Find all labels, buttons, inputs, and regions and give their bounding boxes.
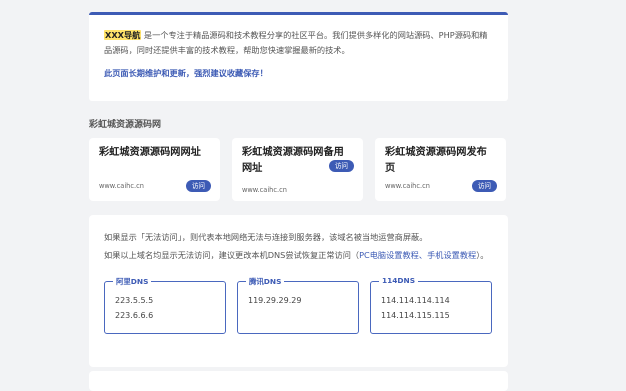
link-card-release[interactable]: 彩虹城资源源码网发布页 www.caihc.cn 访问 [375, 138, 506, 201]
intro-text: XXX导航 是一个专注于精品源码和技术教程分享的社区平台。我们提供多样化的网站源… [104, 28, 493, 58]
bookmark-notice: 此页面长期维护和更新，强烈建议收藏保存！ [104, 68, 268, 78]
link-footer: www.caihc.cn 访问 [385, 180, 497, 192]
link-url[interactable]: www.caihc.cn [385, 182, 430, 190]
link-name: 彩虹城资源源码网发布页 [385, 147, 487, 174]
intro-card: XXX导航 是一个专注于精品源码和技术教程分享的社区平台。我们提供多样化的网站源… [89, 12, 508, 101]
dns-ip: 114.114.114.114 [381, 296, 450, 305]
visit-button[interactable]: 访问 [185, 180, 211, 192]
link-footer: www.caihc.cn 访问 [99, 180, 211, 192]
link-card-backup[interactable]: 彩虹城资源源码网备用网址 www.caihc.cn 访问 [232, 138, 363, 201]
separator: 、 [418, 250, 428, 260]
dns-title: 腾讯DNS [246, 276, 285, 287]
dns-ip: 223.6.6.6 [115, 311, 154, 320]
dns-title: 阿里DNS [113, 276, 152, 287]
link-url[interactable]: www.caihc.cn [99, 182, 144, 190]
dns-title: 114DNS [379, 276, 419, 285]
main-content: XXX导航 是一个专注于精品源码和技术教程分享的社区平台。我们提供多样化的网站源… [89, 12, 508, 367]
pc-tutorial-link[interactable]: PC电脑设置教程 [359, 250, 419, 260]
link-cards: 彩虹城资源源码网网址 www.caihc.cn 访问 彩虹城资源源码网备用网址 … [89, 138, 508, 201]
next-card [89, 371, 508, 391]
access-note: 如果显示「无法访问」，则代表本地网络无法与连接到服务器，该域名被当地运营商屏蔽。 [104, 232, 428, 242]
dns-list: 阿里DNS 223.5.5.5 223.6.6.6 腾讯DNS 119.29.2… [104, 276, 493, 334]
brand-name: XXX导航 [104, 30, 142, 40]
dns-ip: 119.29.29.29 [248, 296, 302, 305]
link-name: 彩虹城资源源码网网址 [99, 147, 201, 158]
link-card-main[interactable]: 彩虹城资源源码网网址 www.caihc.cn 访问 [89, 138, 220, 201]
dns-box-aliyun: 阿里DNS 223.5.5.5 223.6.6.6 [104, 276, 226, 334]
link-footer: www.caihc.cn 访问 [242, 160, 354, 194]
section-title: 彩虹城资源源码网 [89, 120, 162, 130]
intro-description: 是一个专注于精品源码和技术教程分享的社区平台。我们提供多样化的网站源码、PHP源… [104, 30, 488, 55]
dns-info-card: 如果显示「无法访问」，则代表本地网络无法与连接到服务器，该域名被当地运营商屏蔽。… [89, 215, 508, 367]
link-url[interactable]: www.caihc.cn [242, 186, 287, 194]
visit-button[interactable]: 访问 [471, 180, 497, 192]
dns-advice-suffix: ）。 [476, 250, 489, 260]
dns-advice: 如果以上域名均显示无法访问，建议更改本机DNS尝试恢复正常访问（PC电脑设置教程… [104, 249, 493, 261]
dns-box-tencent: 腾讯DNS 119.29.29.29 [237, 276, 359, 334]
dns-ip: 114.114.115.115 [381, 311, 450, 320]
mobile-tutorial-link[interactable]: 手机设置教程 [427, 250, 476, 260]
dns-box-114: 114DNS 114.114.114.114 114.114.115.115 [370, 276, 492, 334]
dns-advice-prefix: 如果以上域名均显示无法访问，建议更改本机DNS尝试恢复正常访问（ [104, 250, 360, 260]
dns-ip: 223.5.5.5 [115, 296, 154, 305]
visit-button[interactable]: 访问 [328, 160, 354, 172]
